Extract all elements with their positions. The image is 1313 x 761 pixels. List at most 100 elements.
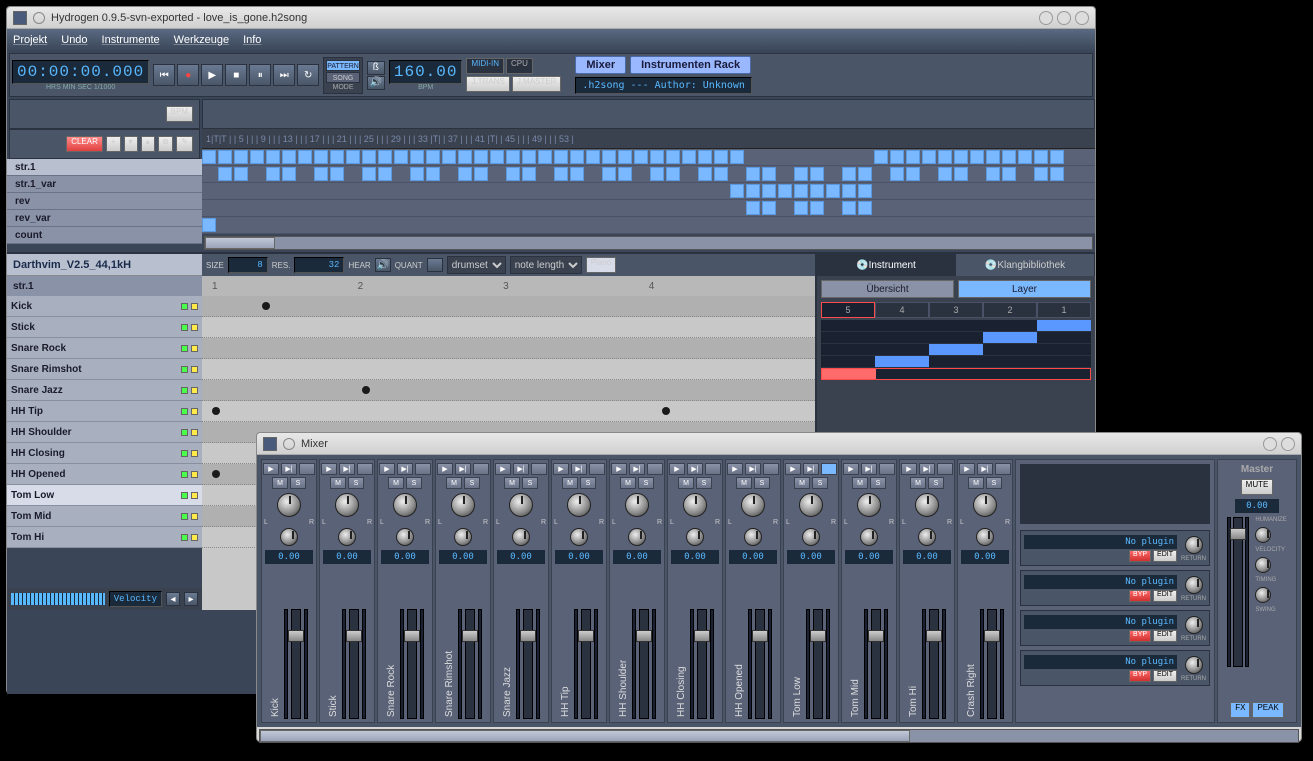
mute-button[interactable]: M (330, 477, 346, 489)
gain-knob[interactable] (338, 528, 356, 546)
mute-button[interactable]: M (910, 477, 926, 489)
select-mode-button[interactable]: ⧉ (158, 136, 174, 152)
jmaster-button[interactable]: J.MASTER (512, 76, 562, 92)
fx-return-knob[interactable] (1185, 616, 1203, 634)
ch-fader[interactable] (929, 609, 939, 719)
rewind-button[interactable]: ⏮ (153, 64, 175, 86)
instrument-item[interactable]: Tom Low (7, 485, 202, 506)
ch-fader[interactable] (465, 609, 475, 719)
ch-play[interactable]: ▶ (959, 463, 975, 475)
ch-led[interactable] (937, 463, 953, 475)
instrument-item[interactable]: Tom Hi (7, 527, 202, 548)
pan-knob[interactable] (451, 493, 475, 517)
ch-led[interactable] (531, 463, 547, 475)
mute-button[interactable]: M (794, 477, 810, 489)
solo-button[interactable]: S (870, 477, 886, 489)
fx-return-knob[interactable] (1185, 656, 1203, 674)
solo-button[interactable]: S (406, 477, 422, 489)
ch-play[interactable]: ▶ (495, 463, 511, 475)
clear-button[interactable]: CLEAR (66, 136, 103, 152)
instrument-item[interactable]: HH Shoulder (7, 422, 202, 443)
ch-fader[interactable] (349, 609, 359, 719)
velocity-knob[interactable] (1255, 527, 1271, 543)
pan-knob[interactable] (799, 493, 823, 517)
pattern-item[interactable]: str.1 (7, 159, 202, 176)
master-fader[interactable] (1233, 517, 1243, 667)
gain-knob[interactable] (512, 528, 530, 546)
pan-knob[interactable] (741, 493, 765, 517)
pan-knob[interactable] (915, 493, 939, 517)
peak-toggle[interactable]: PEAK (1252, 702, 1283, 718)
ch-fader[interactable] (639, 609, 649, 719)
instrument-item[interactable]: Snare Jazz (7, 380, 202, 401)
ch-play[interactable]: ▶ (785, 463, 801, 475)
fx-bypass[interactable]: BYP (1129, 630, 1151, 642)
mute-button[interactable]: M (968, 477, 984, 489)
ch-fader[interactable] (755, 609, 765, 719)
menu-info[interactable]: Info (243, 34, 261, 46)
ch-led[interactable] (415, 463, 431, 475)
ch-next[interactable]: ▶| (861, 463, 877, 475)
solo-button[interactable]: S (696, 477, 712, 489)
ch-play[interactable]: ▶ (553, 463, 569, 475)
ch-next[interactable]: ▶| (687, 463, 703, 475)
instrument-item[interactable]: Stick (7, 317, 202, 338)
mute-button[interactable]: M (504, 477, 520, 489)
ch-fader[interactable] (871, 609, 881, 719)
gain-knob[interactable] (686, 528, 704, 546)
ch-fader[interactable] (581, 609, 591, 719)
instrument-item[interactable]: Snare Rimshot (7, 359, 202, 380)
tab-instrument[interactable]: 💿 Instrument (817, 254, 956, 276)
subtab-overview[interactable]: Übersicht (821, 280, 954, 298)
tab-library[interactable]: 💿 Klangbibliothek (956, 254, 1095, 276)
pattern-mode-button[interactable]: PATTERN (326, 60, 360, 71)
bc-button[interactable]: ß (367, 61, 385, 75)
ch-fader[interactable] (291, 609, 301, 719)
mute-button[interactable]: M (852, 477, 868, 489)
gain-knob[interactable] (802, 528, 820, 546)
ch-led[interactable] (763, 463, 779, 475)
fx-edit[interactable]: EDIT (1153, 550, 1177, 562)
ch-fader[interactable] (697, 609, 707, 719)
swing-knob[interactable] (1255, 587, 1271, 603)
maximize-button[interactable] (1057, 11, 1071, 25)
mute-button[interactable]: M (272, 477, 288, 489)
menu-projekt[interactable]: Projekt (13, 34, 47, 46)
solo-button[interactable]: S (928, 477, 944, 489)
mixer-minimize[interactable] (1263, 437, 1277, 451)
fx-bypass[interactable]: BYP (1129, 590, 1151, 602)
bpm-display[interactable]: 160.00 (389, 60, 463, 84)
play-button[interactable]: ▶ (201, 64, 223, 86)
rack-link-button[interactable]: Instrumenten Rack (630, 56, 751, 74)
bpm-toggle[interactable]: BPM (166, 106, 193, 122)
gain-knob[interactable] (280, 528, 298, 546)
fx-return-knob[interactable] (1185, 576, 1203, 594)
close-button[interactable] (1075, 11, 1089, 25)
gain-knob[interactable] (396, 528, 414, 546)
quant-toggle[interactable] (427, 258, 443, 272)
menu-undo[interactable]: Undo (61, 34, 87, 46)
down-button[interactable]: ▾ (124, 136, 138, 152)
fx-bypass[interactable]: BYP (1129, 670, 1151, 682)
song-scrollbar[interactable] (204, 236, 1093, 250)
ch-play[interactable]: ▶ (379, 463, 395, 475)
ch-fader[interactable] (523, 609, 533, 719)
instrument-item[interactable]: Tom Mid (7, 506, 202, 527)
song-grid[interactable] (202, 149, 1095, 234)
timing-knob[interactable] (1255, 557, 1271, 573)
mixer-menu-icon[interactable] (283, 438, 295, 450)
instrument-item[interactable]: HH Closing (7, 443, 202, 464)
ch-led[interactable] (299, 463, 315, 475)
instrument-item[interactable]: HH Tip (7, 401, 202, 422)
mixer-titlebar[interactable]: Mixer (257, 433, 1301, 455)
ch-led[interactable] (705, 463, 721, 475)
gain-knob[interactable] (454, 528, 472, 546)
ch-led[interactable] (821, 463, 837, 475)
pattern-item[interactable]: count (7, 227, 202, 244)
instrument-item[interactable]: HH Opened (7, 464, 202, 485)
ch-play[interactable]: ▶ (263, 463, 279, 475)
menu-werkzeuge[interactable]: Werkzeuge (174, 34, 229, 46)
hear-toggle[interactable]: 🔊 (375, 258, 391, 272)
gain-knob[interactable] (570, 528, 588, 546)
ch-next[interactable]: ▶| (281, 463, 297, 475)
